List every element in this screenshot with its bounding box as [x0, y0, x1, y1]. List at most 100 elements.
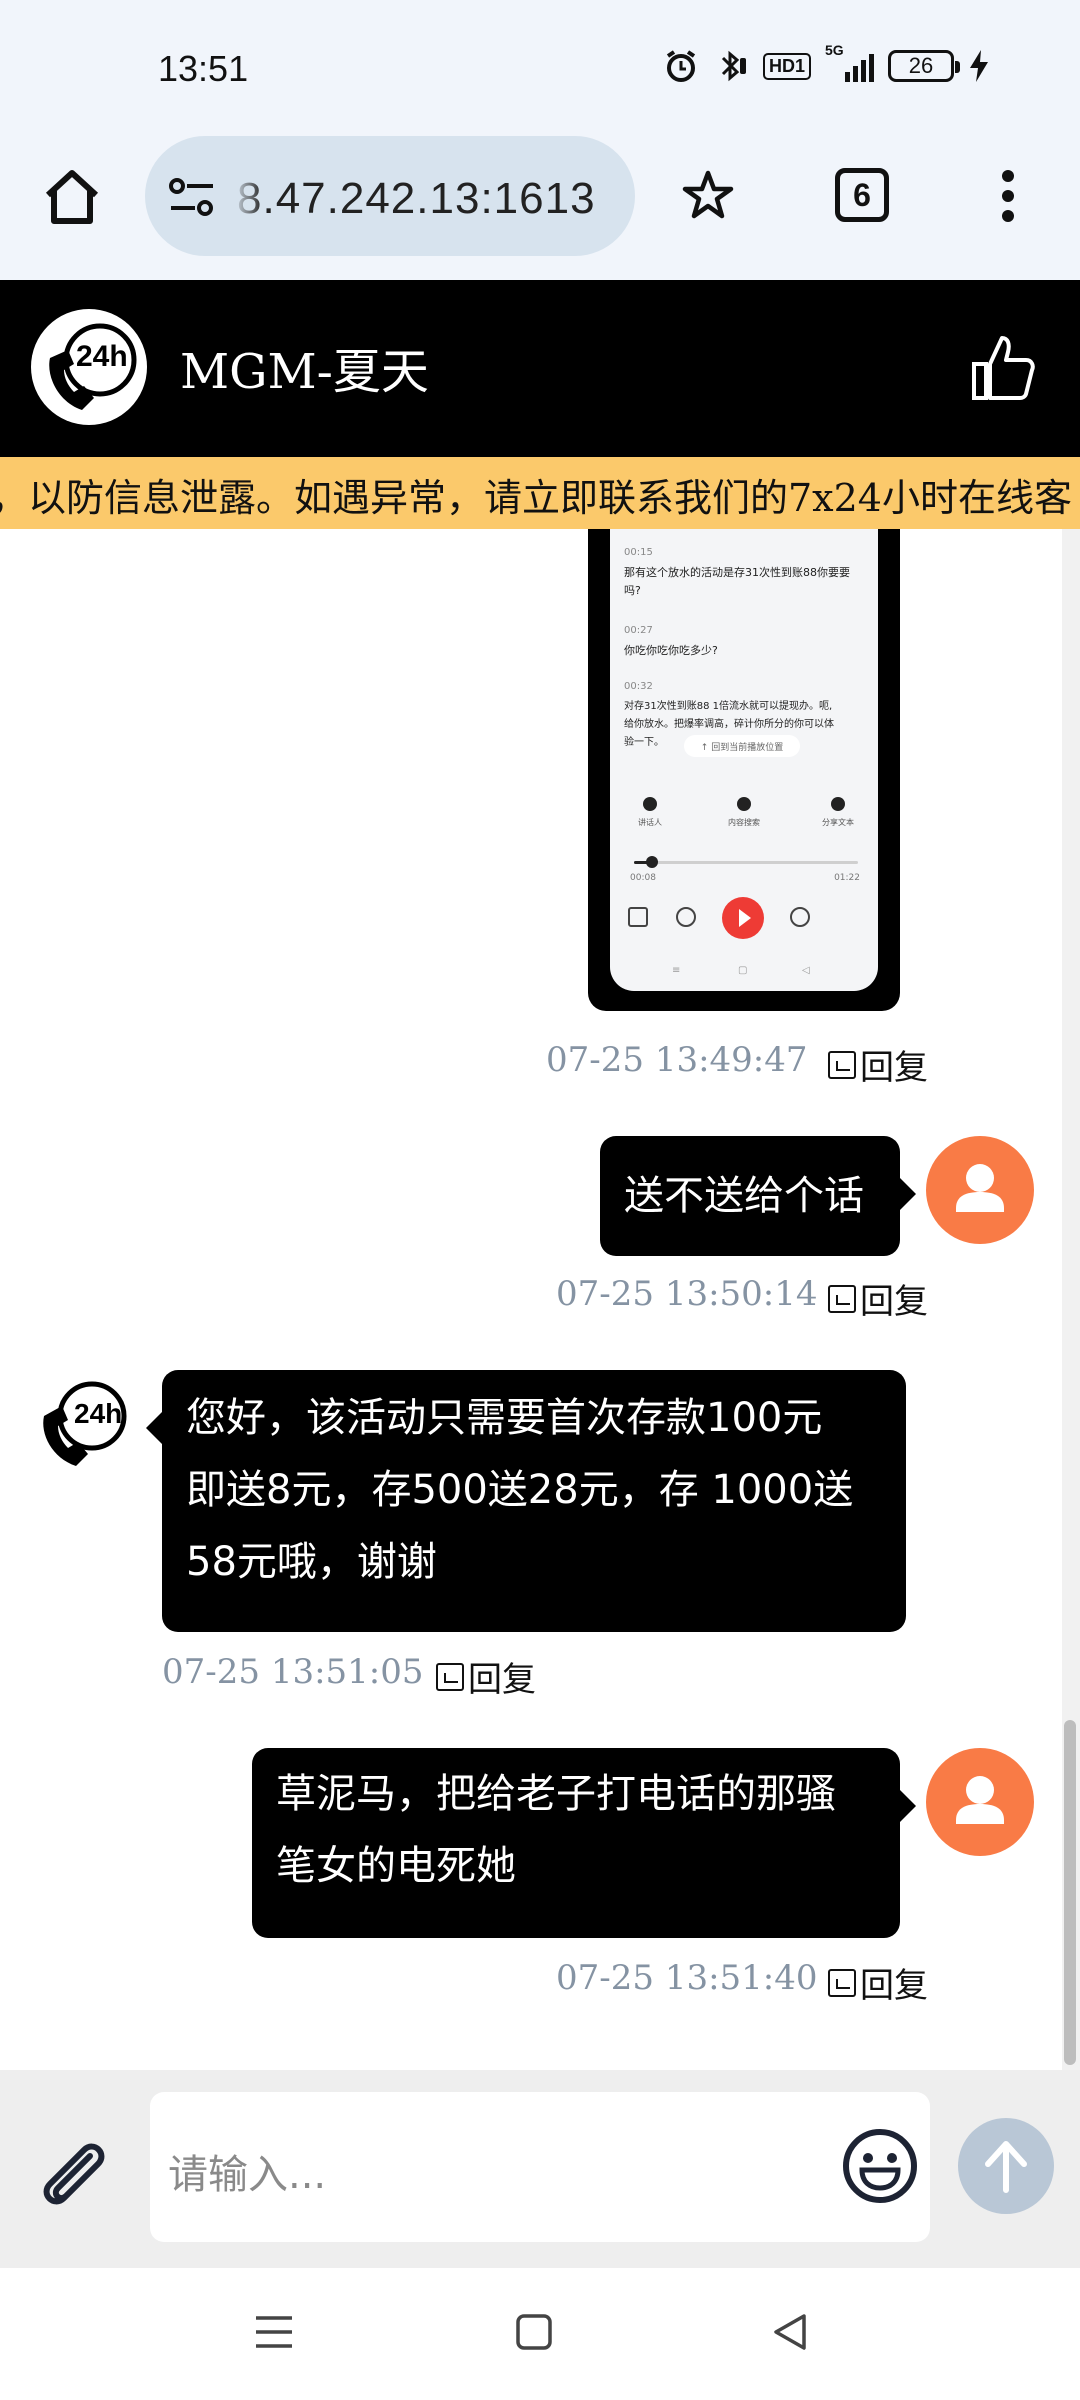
audio-progress-knob: [645, 856, 658, 868]
message-text: 草泥马，把给老子打电话的那骚: [276, 1771, 836, 1817]
send-button[interactable]: [958, 2118, 1054, 2214]
message-text: 58元哦，谢谢: [186, 1539, 437, 1585]
hd-badge: HD1: [762, 52, 811, 80]
search-label: 内容搜索: [728, 818, 760, 827]
message-input[interactable]: 请输入...: [150, 2092, 930, 2242]
notice-marquee: ，以防信息泄露。如遇异常，请立即联系我们的7x24小时在线客: [0, 457, 1080, 529]
message-timestamp: 07-25 13:51:40: [556, 1958, 818, 1998]
reply-icon: [828, 1284, 856, 1313]
battery-indicator: 26: [888, 50, 960, 82]
status-time: 13:51: [158, 48, 249, 89]
share-label: 分享文本: [822, 818, 854, 827]
reply-icon: [436, 1662, 464, 1691]
reply-label: 回复: [860, 1282, 928, 1322]
settings-icon: [628, 907, 648, 927]
transcript-time: 00:32: [624, 681, 653, 692]
battery-level: 26: [908, 53, 934, 78]
message-timestamp: 07-25 13:50:14: [556, 1274, 818, 1314]
outgoing-message-bubble[interactable]: 草泥马，把给老子打电话的那骚 笔女的电死她: [252, 1748, 916, 1938]
status-icons: HD1 5G 26: [663, 42, 990, 88]
tab-count: 6: [853, 176, 871, 213]
home-icon[interactable]: [40, 165, 104, 229]
duration-time: 01:22: [834, 873, 860, 883]
alarm-icon: [666, 50, 696, 82]
user-avatar: [926, 1748, 1034, 1856]
scissors-icon: [838, 907, 858, 927]
transcript-line: 对存31次性到账88 1倍流水就可以提现办。呃,: [624, 701, 833, 712]
message-timestamp: 07-25 13:49:47: [546, 1040, 808, 1080]
reply-label: 回复: [860, 1048, 928, 1088]
message-timestamp: 07-25 13:51:05: [162, 1652, 424, 1692]
nav-back-icon[interactable]: [770, 2310, 810, 2354]
reply-label: 回复: [860, 1966, 928, 2006]
input-placeholder: 请输入...: [168, 2152, 327, 2198]
share-action: 分享文本: [798, 797, 878, 828]
nav-menu-icon[interactable]: [254, 2310, 294, 2354]
rewind-icon: [676, 907, 696, 927]
reply-button[interactable]: 回复: [828, 1040, 928, 1089]
message-text: 即送8元，存500送28元，存 1000送: [186, 1467, 854, 1513]
arrow-up-icon: [985, 2141, 1027, 2193]
message-text: 送不送给个话: [624, 1173, 864, 1219]
app-header: 24h MGM-夏天: [0, 280, 1080, 457]
transcript-time: 00:15: [624, 547, 653, 558]
logo-text: 24h: [76, 340, 128, 373]
page-title: MGM-夏天: [180, 344, 429, 400]
reply-icon: [828, 1968, 856, 1997]
bluetooth-icon: [721, 50, 746, 82]
speaker-action: 讲话人: [610, 797, 690, 828]
transcript-line: 验一下。: [624, 737, 664, 748]
image-nav-back-icon: ◁: [802, 965, 810, 976]
transcript-line: 那有这个放水的活动是存31次性到账88你要要: [624, 566, 850, 579]
star-icon[interactable]: [680, 168, 736, 224]
tabs-icon[interactable]: 6: [835, 168, 889, 222]
transcript-line: 给你放水。把爆率调高，碎计你所分的你可以体: [624, 719, 834, 730]
message-text: 您好，该活动只需要首次存款100元: [186, 1395, 823, 1441]
thumbs-up-icon[interactable]: [970, 332, 1036, 402]
reply-button[interactable]: 回复: [436, 1652, 536, 1701]
emoji-icon[interactable]: [840, 2126, 920, 2206]
play-icon: [722, 897, 764, 939]
reply-button[interactable]: 回复: [828, 1274, 928, 1323]
message-text: 笔女的电死她: [276, 1843, 516, 1889]
status-bar: 13:51 HD1 5G 26: [0, 0, 1080, 130]
reply-button[interactable]: 回复: [828, 1958, 928, 2007]
reply-label: 回复: [468, 1660, 536, 1700]
user-avatar: [926, 1136, 1034, 1244]
speaker-label: 讲话人: [638, 818, 662, 827]
reply-icon: [828, 1050, 856, 1079]
image-message[interactable]: 00:15 那有这个放水的活动是存31次性到账88你要要 吗? 00:27 你吃…: [588, 529, 900, 1011]
agent-avatar-text: 24h: [74, 1398, 123, 1429]
user-icon: [956, 1164, 1004, 1212]
notice-text: ，以防信息泄露。如遇异常，请立即联系我们的7x24小时在线客: [0, 476, 1072, 520]
forward-icon: [790, 907, 810, 927]
image-nav-home-icon: ▢: [738, 965, 748, 976]
scrollbar-thumb[interactable]: [1064, 1720, 1076, 2065]
incoming-message-bubble[interactable]: 您好，该活动只需要首次存款100元 即送8元，存500送28元，存 1000送 …: [146, 1370, 906, 1632]
audio-progress: [634, 856, 858, 868]
address-bar[interactable]: 8.47.242.13:1613: [145, 136, 635, 256]
nav-home-icon[interactable]: [514, 2310, 554, 2354]
url-text: 8.47.242.13:1613: [237, 174, 596, 223]
signal-icon: 5G: [825, 42, 874, 82]
site-settings-icon[interactable]: [167, 176, 217, 220]
transcript-line: 你吃你吃你吃多少?: [624, 644, 718, 657]
browser-toolbar: 8.47.242.13:1613 6: [0, 130, 1080, 280]
user-icon: [956, 1776, 1004, 1824]
back-to-position-pill: ↑ 回到当前播放位置: [684, 735, 800, 757]
search-action: 内容搜索: [704, 797, 784, 828]
menu-icon[interactable]: [990, 166, 1026, 226]
transcript-time: 00:27: [624, 625, 653, 636]
elapsed-time: 00:08: [630, 873, 656, 883]
image-nav-bar: ≡ ▢ ◁: [610, 965, 878, 979]
message-composer: 请输入...: [0, 2070, 1080, 2268]
outgoing-message-bubble[interactable]: 送不送给个话: [600, 1136, 916, 1256]
network-label: 5G: [825, 42, 844, 58]
system-nav-bar: [0, 2268, 1080, 2400]
image-nav-menu-icon: ≡: [672, 965, 681, 976]
charging-icon: [970, 50, 988, 82]
image-content: 00:15 那有这个放水的活动是存31次性到账88你要要 吗? 00:27 你吃…: [610, 529, 878, 991]
image-actions: 讲话人 内容搜索 分享文本: [610, 797, 878, 841]
paperclip-icon[interactable]: [30, 2132, 116, 2218]
transcript-line: 吗?: [624, 584, 641, 597]
